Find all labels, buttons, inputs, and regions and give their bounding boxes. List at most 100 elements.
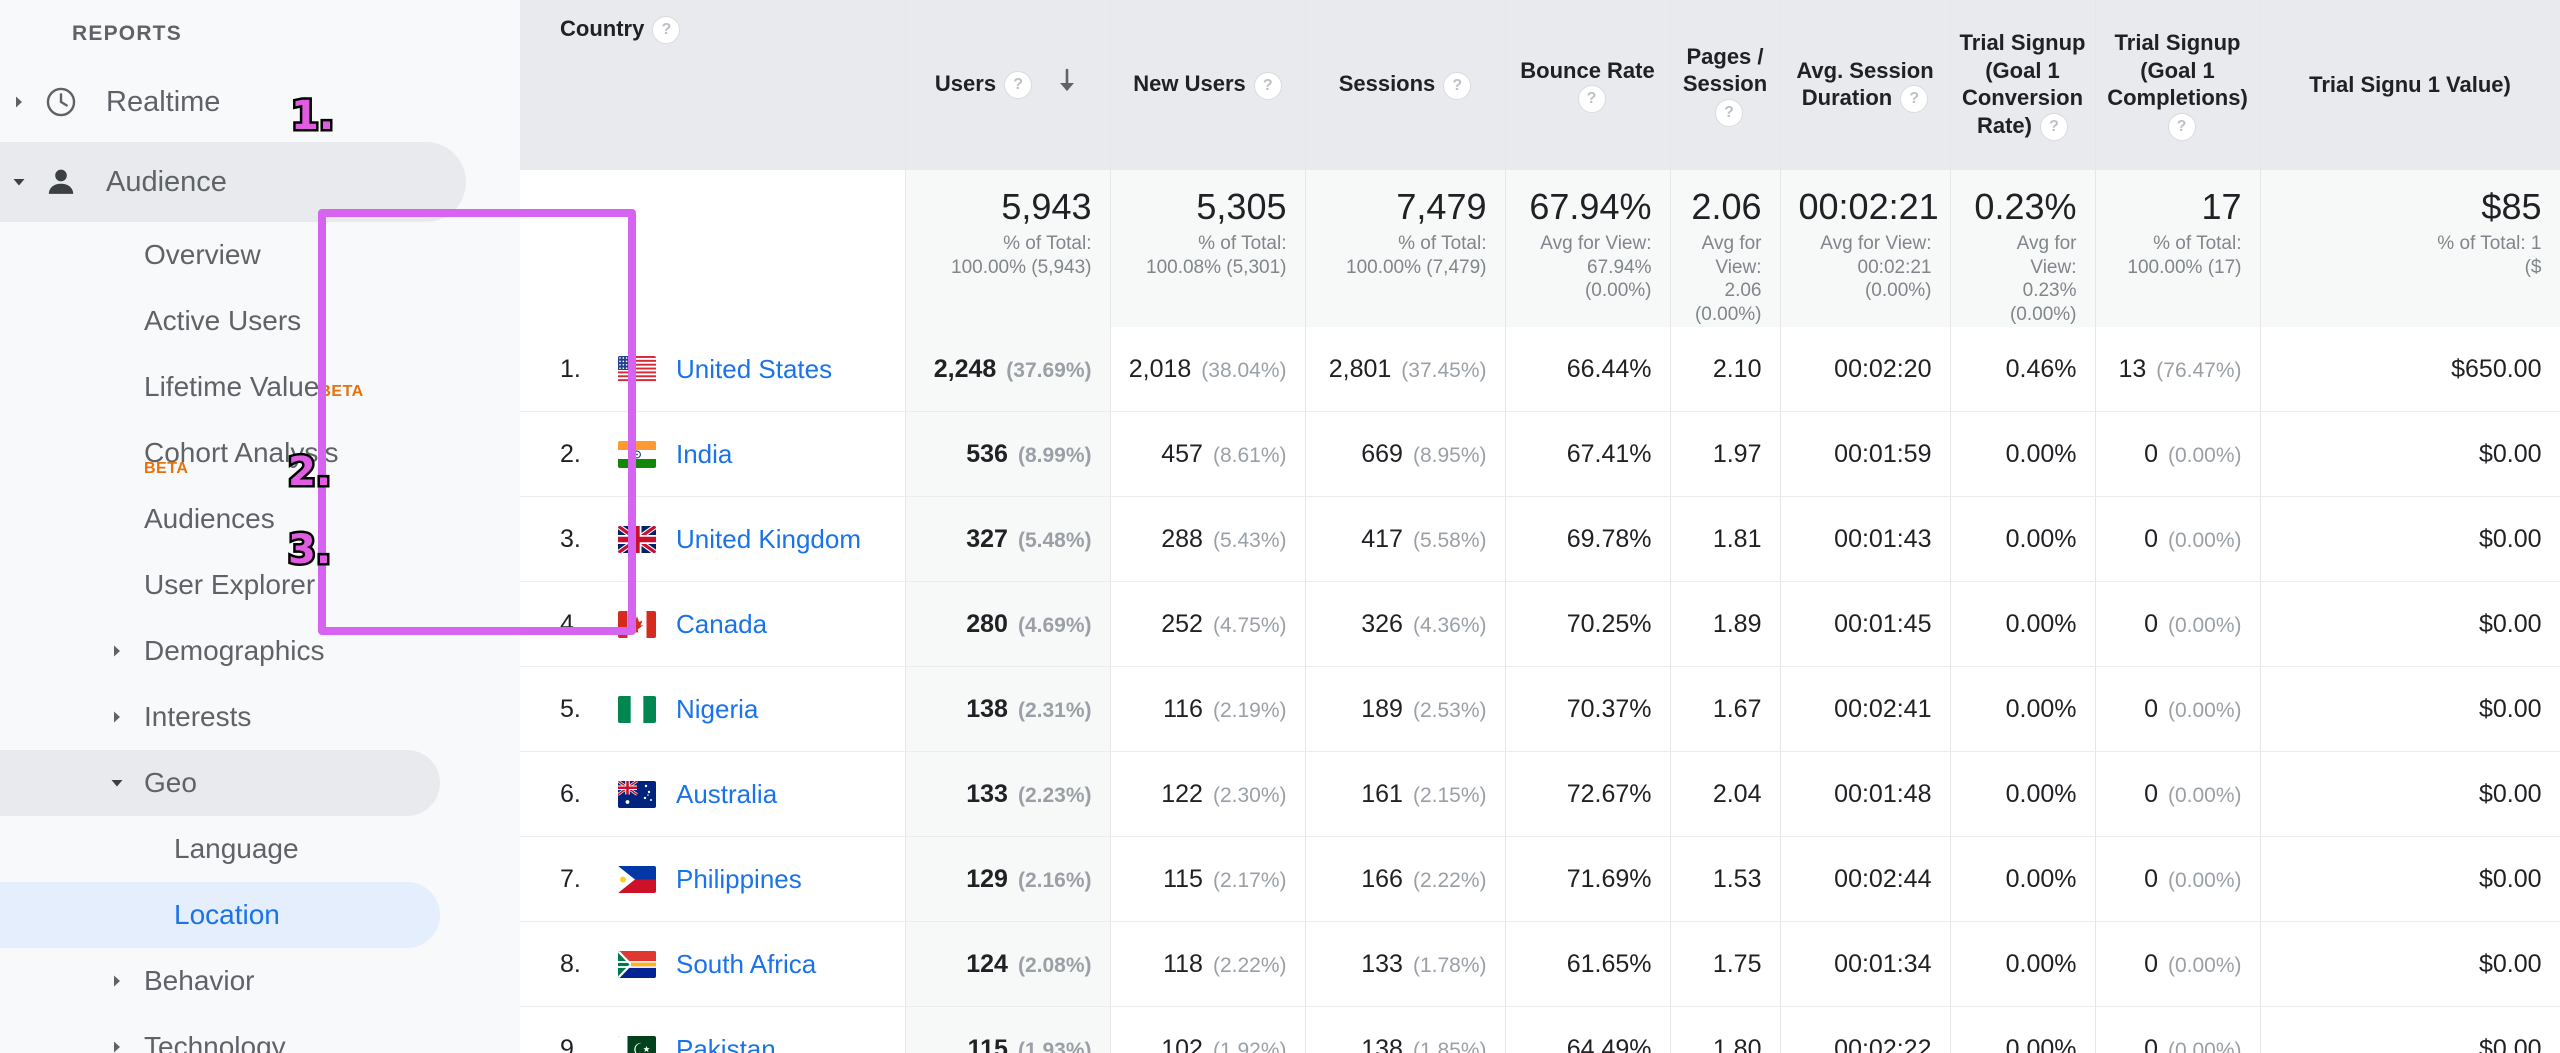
cell-avg-session-duration: 00:01:43 [1780,496,1951,583]
report-table-container[interactable]: Country? Users? New Users? Sessions? Bounce … [520,0,2560,1053]
sidebar-item-user-explorer[interactable]: User Explorer [0,552,520,618]
help-icon[interactable]: ? [2040,112,2068,141]
cell-percent: (1.92%) [1212,1038,1287,1053]
cell-avg-session-duration: 00:01:34 [1780,921,1951,1008]
column-header-users[interactable]: Users? [905,0,1111,170]
cell-value: 138 [966,694,1008,723]
cell-value: $0.00 [2478,1034,2542,1053]
table-body: 5,943% of Total: 100.00% (5,943) 5,305% of… [520,170,2560,1053]
cell-value: 118 [1163,949,1203,978]
sidebar-item-audience[interactable]: Audience [0,142,520,222]
help-icon[interactable]: ? [1004,71,1033,99]
column-header-pages-session[interactable]: Pages / Session? [1670,0,1781,170]
totals-cell-goal1-conv-rate: 0.23% Avg for View: 0.23% (0.00%) [1950,170,2096,327]
table-row[interactable]: 3. United Kingdom 327 (5.48%) 288 (5.43%) 417 (… [520,496,2560,583]
country-link[interactable]: Pakistan [676,1034,776,1053]
sidebar-item-active-users[interactable]: Active Users [0,288,520,354]
cell-bounce-rate: 70.37% [1505,666,1671,753]
column-header-goal1-conv-rate[interactable]: Trial Signup (Goal 1 Conversion Rate)? [1950,0,2096,170]
country-link[interactable]: Australia [676,779,777,810]
cell-goal1-completions: 0 (0.00%) [2095,666,2261,753]
cell-percent: (0.00%) [2167,783,2242,807]
help-icon[interactable]: ? [2167,112,2196,141]
cell-percent: (1.93%) [1017,1038,1092,1053]
chevron-down-icon[interactable] [104,775,130,791]
totals-subtext-line2: 100.00% (17) [2127,256,2242,278]
row-rank: 6. [560,779,581,808]
sort-descending-icon[interactable] [1054,67,1080,104]
sidebar-item-realtime[interactable]: Realtime [0,62,520,142]
totals-subtext: % of Total: 100.00% (5,943) [924,232,1092,280]
cell-value: 280 [966,609,1008,638]
country-link[interactable]: Canada [676,609,767,640]
table-row[interactable]: 8. South Africa 124 (2.08%) 118 (2.22%) 133 (1.… [520,921,2560,1008]
sidebar-item-geo[interactable]: Geo [0,750,520,816]
cell-value: 115 [1163,864,1203,893]
row-rank: 3. [560,524,581,553]
help-icon[interactable]: ? [1443,71,1472,100]
country-link[interactable]: Nigeria [676,694,758,725]
totals-subtext-line2: 100.08% (5,301) [1146,256,1287,278]
table-row[interactable]: 2. India 536 (8.99%) 457 (8.61%) 669 (8.95%) 67.… [520,411,2560,498]
cell-goal1-completions: 0 (0.00%) [2095,836,2261,923]
column-header-label: Sessions [1338,71,1436,97]
sidebar-item-demographics[interactable]: Demographics [0,618,520,684]
column-header-goal1-completions[interactable]: Trial Signup (Goal 1 Completions)? [2095,0,2261,170]
table-row[interactable]: 6. Australia 133 (2.23%) 122 (2.30%) 161 (2.15%… [520,751,2560,838]
table-row[interactable]: 1. United States 2,248 (37.69%) 2,018 (38.04%… [520,326,2560,413]
flag-icon-ph [618,865,656,893]
chevron-right-icon[interactable] [104,709,130,725]
sidebar-item-cohort-analysis[interactable]: Cohort Analysis BETA [0,420,520,486]
help-icon[interactable]: ? [1715,99,1743,128]
cell-percent: (37.69%) [1006,358,1092,382]
sidebar-item-lifetime-value[interactable]: Lifetime Value BETA [0,354,520,420]
cell-sessions: 326 (4.36%) [1305,581,1506,668]
column-header-bounce-rate[interactable]: Bounce Rate? [1505,0,1671,170]
column-header-sessions[interactable]: Sessions? [1305,0,1506,170]
cell-value: 1.75 [1712,949,1762,978]
cell-goal1-completions: 0 (0.00%) [2095,921,2261,1008]
chevron-right-icon[interactable] [104,973,130,989]
cell-value: 0.00% [2005,1034,2077,1053]
sidebar-item-interests[interactable]: Interests [0,684,520,750]
help-icon[interactable]: ? [1577,85,1606,114]
country-link[interactable]: South Africa [676,949,816,980]
table-row[interactable]: 5. Nigeria 138 (2.31%) 116 (2.19%) 189 (2.53%) 7… [520,666,2560,753]
help-icon[interactable]: ? [652,16,681,45]
chevron-right-icon[interactable] [6,94,32,110]
cell-value: 115 [967,1034,1008,1053]
column-header-label: Bounce Rate [1520,57,1655,83]
totals-cell-new-users: 5,305 % of Total: 100.08% (5,301) [1110,170,1306,327]
sidebar-item-overview[interactable]: Overview [0,222,520,288]
cell-users: 129 (2.16%) [905,836,1111,923]
help-icon[interactable]: ? [1253,71,1282,100]
table-row[interactable]: 7. Philippines 129 (2.16%) 115 (2.17%) 166 (2.2… [520,836,2560,923]
column-header-avg-session-duration[interactable]: Avg. Session Duration? [1780,0,1951,170]
country-link[interactable]: United States [676,354,832,385]
cell-value: 0.00% [2005,779,2077,808]
table-row[interactable]: 4. Canada 280 (4.69%) 252 (4.75%) 326 (4.36%) 70… [520,581,2560,668]
table-row[interactable]: 9. Pakistan 115 (1.93%) 102 (1.92%) 138 (1.85%)… [520,1006,2560,1053]
sidebar-item-location[interactable]: Location [0,882,520,948]
sidebar-item-behavior[interactable]: Behavior [0,948,520,1014]
sidebar-item-language[interactable]: Language [0,816,520,882]
totals-subtext: Avg for View: 2.06 (0.00%) [1689,232,1762,327]
cell-users: 327 (5.48%) [905,496,1111,583]
cell-percent: (2.22%) [1212,953,1287,977]
totals-subtext-line1: Avg for View: [1701,232,1762,278]
chevron-right-icon[interactable] [104,1039,130,1053]
country-link[interactable]: India [676,439,732,470]
column-header-goal1-value[interactable]: Trial Signu 1 Value) [2260,0,2560,170]
help-icon[interactable]: ? [1900,85,1929,114]
column-header-new-users[interactable]: New Users? [1110,0,1306,170]
column-header-country[interactable]: Country? [520,0,906,170]
chevron-down-icon[interactable] [6,174,32,190]
cell-pages-session: 1.75 [1670,921,1781,1008]
country-link[interactable]: Philippines [676,864,802,895]
chevron-right-icon[interactable] [104,643,130,659]
totals-cell-goal1-value: $85 % of Total: 1 ($ [2260,170,2560,327]
country-link[interactable]: United Kingdom [676,524,861,555]
sidebar-item-technology[interactable]: Technology [0,1014,520,1053]
cell-value: 161 [1361,779,1403,808]
sidebar-item-audiences[interactable]: Audiences [0,486,520,552]
